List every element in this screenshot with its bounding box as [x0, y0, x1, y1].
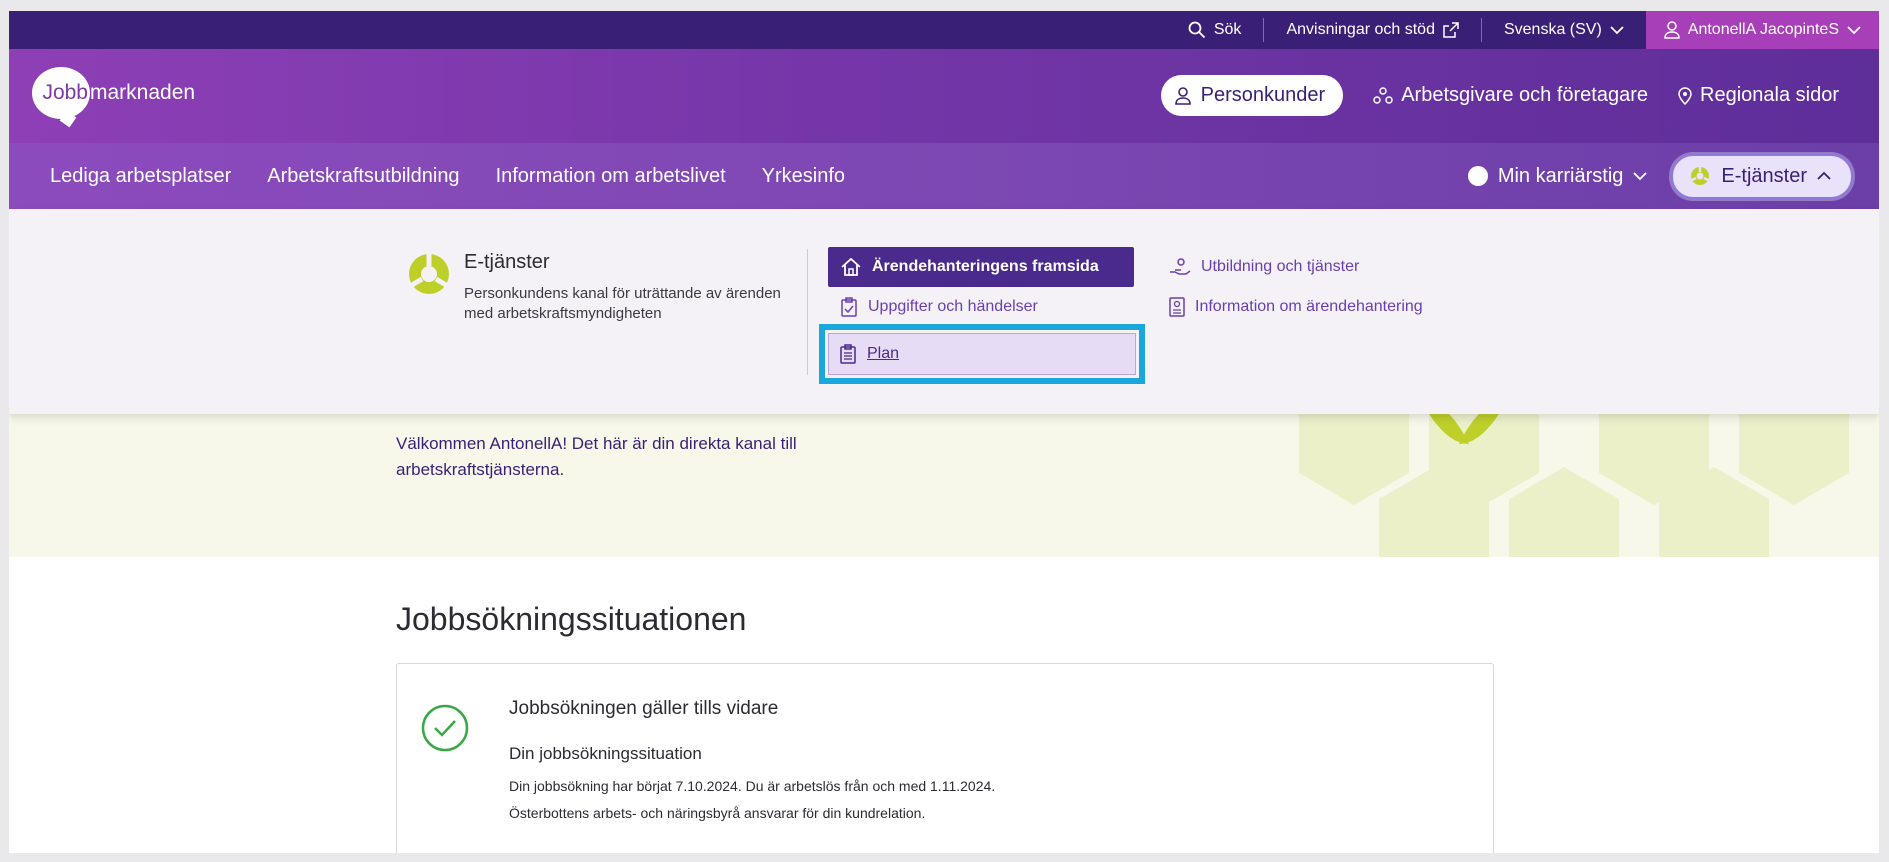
nav-yrkesinfo[interactable]: Yrkesinfo — [762, 165, 845, 188]
search-icon — [1188, 21, 1205, 39]
language-selector[interactable]: Svenska (SV) — [1482, 11, 1646, 49]
etjanster-logo-icon — [409, 254, 449, 294]
dropdown-title: E-tjänster — [464, 251, 550, 273]
hand-services-icon — [1170, 258, 1191, 275]
plan-label: Plan — [867, 345, 900, 362]
chevron-up-icon — [1817, 171, 1831, 180]
nav-arbetskraftsutbildning[interactable]: Arbetskraftsutbildning — [267, 165, 459, 188]
karriarstig-menu[interactable]: Min karriärstig — [1467, 164, 1648, 188]
network-icon — [1373, 86, 1393, 104]
link-information-om-arendehantering[interactable]: Information om ärendehantering — [1169, 289, 1423, 325]
search-label: Sök — [1213, 21, 1242, 38]
job-search-status-card: Jobbsökningen gäller tills vidare Din jo… — [396, 663, 1494, 853]
browser-viewport: Sök Anvisningar och stöd Svenska (SV) An… — [9, 11, 1879, 853]
personkunder-label: Personkunder — [1200, 84, 1326, 106]
user-icon — [1664, 21, 1680, 39]
karriarstig-icon — [1467, 166, 1488, 186]
plan-highlight-box: Plan — [819, 324, 1145, 384]
logo-bubble: Jobb — [32, 67, 90, 119]
etjanster-dropdown-panel: E-tjänster Personkundens kanal för uträt… — [9, 209, 1879, 414]
dropdown-info: E-tjänster Personkundens kanal för uträt… — [406, 251, 784, 324]
chevron-down-icon — [1633, 172, 1648, 181]
document-info-icon — [1169, 297, 1185, 317]
search-link[interactable]: Sök — [1166, 11, 1264, 49]
nav-lediga-arbetsplatser[interactable]: Lediga arbetsplatser — [50, 165, 231, 188]
welcome-text: Välkommen AntonellA! Det här är din dire… — [396, 434, 797, 479]
logo-text-jobb: Jobb — [42, 81, 88, 104]
link-uppgifter-och-handelser[interactable]: Uppgifter och händelser — [840, 289, 1038, 325]
card-subtitle: Din jobbsökningssituation — [509, 744, 702, 763]
home-icon — [841, 257, 861, 276]
nav-information-om-arbetslivet[interactable]: Information om arbetslivet — [496, 165, 726, 188]
site-header: Jobb marknaden Personkunder Arbetsgivare… — [9, 49, 1879, 143]
chevron-down-icon — [1847, 26, 1861, 35]
card-title: Jobbsökningen gäller tills vidare — [509, 698, 779, 719]
arbetsgivare-link[interactable]: Arbetsgivare och företagare — [1373, 84, 1648, 107]
logo-text-marknaden: marknaden — [90, 81, 196, 104]
utility-bar: Sök Anvisningar och stöd Svenska (SV) An… — [9, 11, 1879, 49]
check-circle-icon — [421, 704, 469, 752]
chevron-down-icon — [1610, 26, 1624, 35]
section-heading: Jobbsökningssituationen — [396, 601, 747, 637]
regionala-label: Regionala sidor — [1700, 84, 1839, 106]
information-label: Information om ärendehantering — [1195, 298, 1423, 315]
link-plan[interactable]: Plan — [828, 333, 1136, 375]
etjanster-label: E-tjänster — [1721, 164, 1807, 187]
main-navigation: Lediga arbetsplatser Arbetskraftsutbildn… — [9, 143, 1879, 209]
clipboard-check-icon — [841, 297, 857, 317]
link-arendehanteringens-framsida[interactable]: Ärendehanteringens framsida — [828, 247, 1134, 287]
guidance-link[interactable]: Anvisningar och stöd — [1264, 11, 1481, 49]
arbetsgivare-label: Arbetsgivare och företagare — [1401, 84, 1649, 106]
main-nav-right: Min karriärstig E-tjänster — [1467, 143, 1853, 209]
clipboard-list-icon — [840, 344, 856, 364]
location-pin-icon — [1678, 86, 1692, 105]
user-icon — [1174, 86, 1191, 105]
language-label: Svenska (SV) — [1503, 21, 1602, 38]
card-line-2: Österbottens arbets- och näringsbyrå ans… — [509, 805, 926, 821]
header-nav: Personkunder Arbetsgivare och företagare… — [1160, 75, 1839, 116]
site-logo[interactable]: Jobb marknaden — [32, 67, 195, 119]
link-utbildning-och-tjanster[interactable]: Utbildning och tjänster — [1169, 247, 1359, 287]
personkunder-button[interactable]: Personkunder — [1160, 75, 1344, 116]
external-link-icon — [1443, 22, 1459, 38]
framsida-label: Ärendehanteringens framsida — [872, 258, 1099, 275]
etjanster-logo-icon — [1691, 167, 1710, 185]
dropdown-divider — [807, 249, 808, 375]
regionala-link[interactable]: Regionala sidor — [1678, 84, 1839, 107]
user-name: AntonellA JacopinteS — [1687, 21, 1839, 38]
user-menu[interactable]: AntonellA JacopinteS — [1645, 11, 1879, 49]
karriarstig-label: Min karriärstig — [1497, 164, 1624, 187]
uppgifter-label: Uppgifter och händelser — [868, 298, 1038, 315]
guidance-label: Anvisningar och stöd — [1286, 21, 1435, 38]
main-nav-links: Lediga arbetsplatser Arbetskraftsutbildn… — [50, 143, 845, 209]
utbildning-label: Utbildning och tjänster — [1201, 258, 1360, 275]
etjanster-menu-button[interactable]: E-tjänster — [1671, 153, 1853, 199]
card-line-1: Din jobbsökning har börjat 7.10.2024. Du… — [509, 778, 996, 794]
dropdown-description: Personkundens kanal för uträttande av är… — [464, 285, 781, 322]
